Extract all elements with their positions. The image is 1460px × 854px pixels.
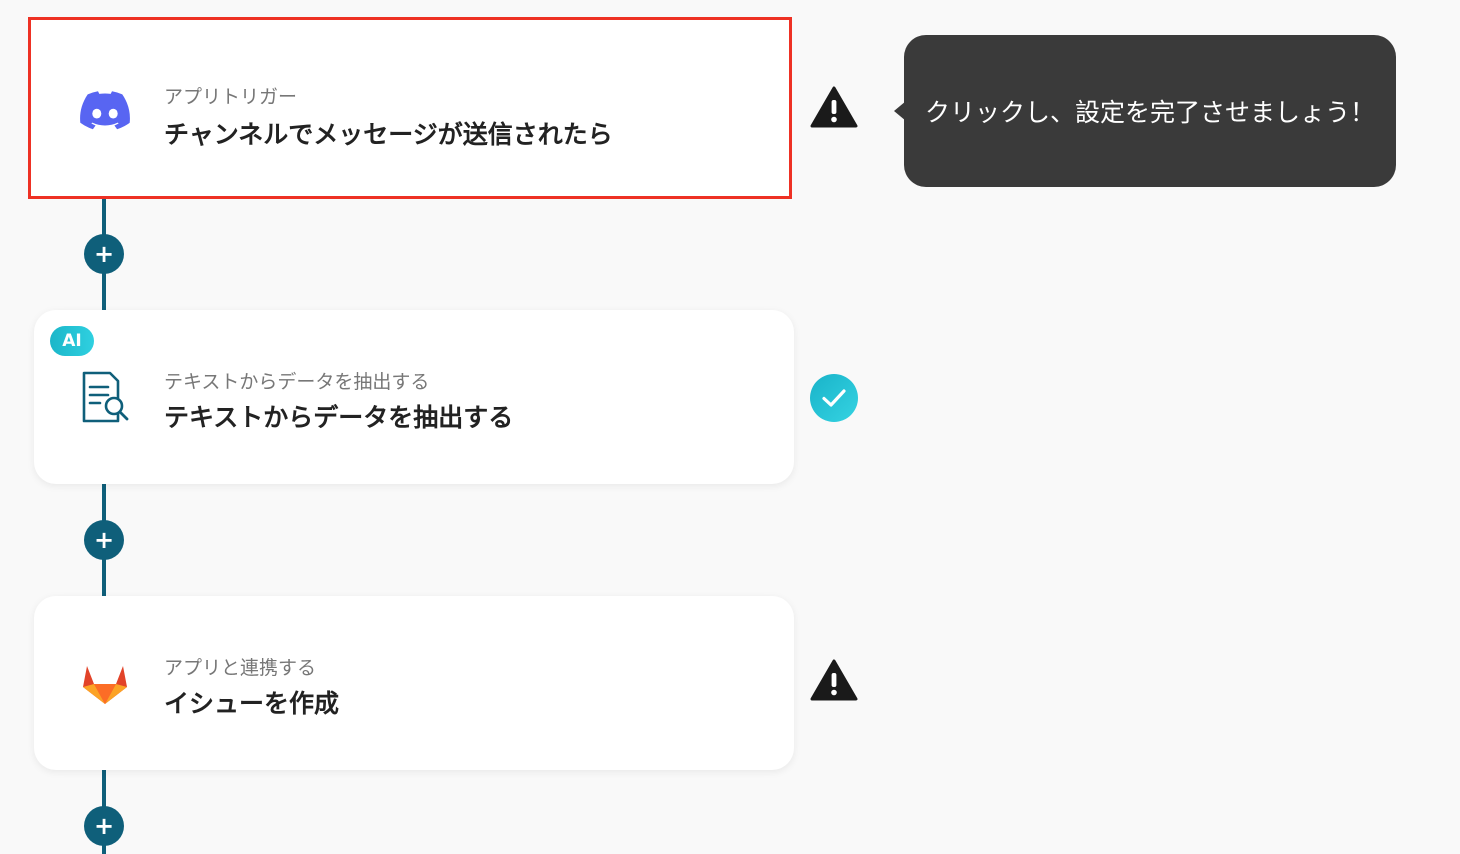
- add-step-button[interactable]: +: [84, 234, 124, 274]
- tooltip-arrow: [894, 101, 906, 121]
- step-title: チャンネルでメッセージが送信されたら: [164, 120, 613, 149]
- setup-tooltip: クリックし、設定を完了させましょう！: [894, 35, 1396, 187]
- step-subtitle: アプリトリガー: [164, 86, 298, 108]
- step-subtitle: テキストからデータを抽出する: [164, 371, 430, 393]
- workflow-canvas: + + + アプリトリガー チャンネルでメッセージが送信されたら クリックし、設…: [0, 0, 1460, 854]
- add-step-button[interactable]: +: [84, 520, 124, 560]
- step-title: イシューを作成: [164, 689, 340, 718]
- check-circle-icon: [810, 374, 858, 422]
- step-card-gitlab-issue[interactable]: アプリと連携する イシューを作成: [34, 596, 794, 770]
- tooltip-text: クリックし、設定を完了させましょう！: [924, 98, 1375, 127]
- ai-badge: AI: [50, 326, 94, 356]
- add-step-button[interactable]: +: [84, 806, 124, 846]
- warning-icon: [810, 83, 858, 131]
- discord-icon: [78, 84, 132, 138]
- document-search-icon: [78, 370, 132, 424]
- gitlab-icon: [78, 656, 132, 710]
- step-card-extract-data[interactable]: AI テキストからデータを抽出する テキストからデータを抽出する: [34, 310, 794, 484]
- step-title: テキストからデータを抽出する: [164, 403, 514, 432]
- step-subtitle: アプリと連携する: [164, 657, 317, 679]
- warning-icon: [810, 656, 858, 704]
- step-card-discord-trigger[interactable]: アプリトリガー チャンネルでメッセージが送信されたら: [28, 17, 792, 199]
